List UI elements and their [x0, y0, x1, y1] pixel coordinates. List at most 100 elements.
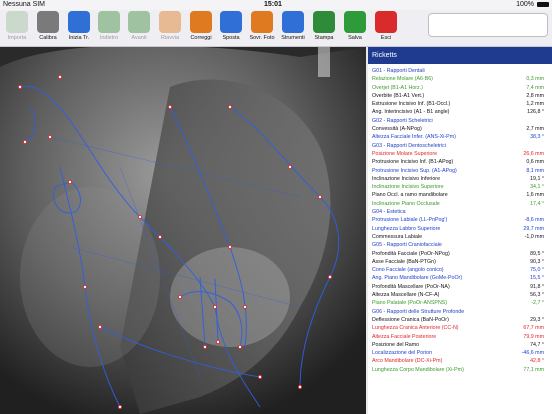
- measurement-row[interactable]: Protrusione Incisivo Sup. (A1-APog) 8,1 m…: [368, 167, 552, 175]
- ruler-icon: [37, 11, 59, 33]
- measurement-name: Piano Palatale (PoOr-ANSPNS): [372, 300, 448, 307]
- measurement-row[interactable]: Ang. Piano Mandibolare (GoMe-PoOr) 15,5 °: [368, 274, 552, 282]
- measurement-row[interactable]: Deflessione Cranica (BaN-PoOr) 29,3 °: [368, 316, 552, 324]
- measurement-name: Posizione del Ramo: [372, 341, 420, 348]
- toolbar-button-label: Avanti: [131, 35, 147, 41]
- measurement-row[interactable]: Overjet (B1-A1 Horz.) 7,4 mm: [368, 84, 552, 92]
- measurement-value: 8,1 mm: [526, 167, 544, 174]
- measurement-name: Protrusione Labiale (LL-PnPog'): [372, 217, 448, 224]
- toolbar-button-1[interactable]: Calibra: [35, 11, 61, 41]
- toolbar-button-6[interactable]: Correggi: [188, 11, 214, 41]
- exit-icon: [375, 11, 397, 33]
- measurement-row[interactable]: Profondità Facciale (PoOr-NPog) 89,5 °: [368, 250, 552, 258]
- group-header[interactable]: G02 - Rapporti Scheletrici: [368, 117, 552, 125]
- measurement-name: Ang. Piano Mandibolare (GoMe-PoOr): [372, 275, 463, 282]
- measurement-value: 15,5 °: [530, 275, 544, 282]
- measurement-name: Asse Facciale (BaN-PTGn): [372, 258, 436, 265]
- measurement-row[interactable]: Altezza Facciale Posteriore 79,9 mm: [368, 333, 552, 341]
- measurement-row[interactable]: Asse Facciale (BaN-PTGn) 90,3 °: [368, 258, 552, 266]
- toolbar-button-10[interactable]: Stampa: [311, 11, 337, 41]
- measurement-row[interactable]: Altezza Facciale Infer. (ANS-Xi-Pm) 38,3 …: [368, 133, 552, 141]
- measurement-value: 67,7 mm: [523, 325, 544, 332]
- measurement-row[interactable]: Convessità (A-NPog) 2,7 mm: [368, 125, 552, 133]
- measurement-row[interactable]: Overbite (B1-A1 Vert.) 2,8 mm: [368, 92, 552, 100]
- toolbar-button-label: Inizia Tr.: [68, 35, 90, 41]
- toolbar-button-3[interactable]: Indietro: [96, 11, 122, 41]
- measurement-row[interactable]: Posizione Molare Superiore 26,6 mm: [368, 150, 552, 158]
- measurement-row[interactable]: Arco Mandibolare (DC-Xi-Pm) 42,8 °: [368, 357, 552, 365]
- measurement-row[interactable]: Lunghezza Cranica Anteriore (CC-N) 67,7 m…: [368, 324, 552, 332]
- measurement-name: Altezza Facciale Infer. (ANS-Xi-Pm): [372, 134, 456, 141]
- toolbar-button-0[interactable]: Importa: [4, 11, 30, 41]
- measurement-name: G01 - Rapporti Dentali: [372, 68, 425, 74]
- measurement-row[interactable]: Cono Facciale (angolo conico) 75,0 °: [368, 266, 552, 274]
- measurement-row[interactable]: Protrusione Incisivo Inf. (B1-APog) 0,6 m…: [368, 158, 552, 166]
- measurement-value: 19,1 °: [530, 175, 544, 182]
- measurement-name: Lunghezza Corpo Mandibolare (Xi-Pm): [372, 366, 464, 373]
- measurement-name: Cono Facciale (angolo conico): [372, 267, 444, 274]
- toolbar-button-label: Stampa: [314, 35, 334, 41]
- undo-icon: [98, 11, 120, 33]
- measurement-row[interactable]: Localizzazione del Porion -46,6 mm: [368, 349, 552, 357]
- group-header[interactable]: G05 - Rapporti Craniofacciale: [368, 241, 552, 249]
- measurement-value: 75,0 °: [530, 267, 544, 274]
- measurement-row[interactable]: Inclinazione Incisivo Superiore 34,1 °: [368, 183, 552, 191]
- measurement-row[interactable]: Inclinazione Piano Occlusale 17,4 °: [368, 200, 552, 208]
- measurement-row[interactable]: Lunghezza Corpo Mandibolare (Xi-Pm) 77,1 …: [368, 366, 552, 374]
- measurement-row[interactable]: Inclinazione Incisivo Inferiore 19,1 °: [368, 175, 552, 183]
- toolbar-button-8[interactable]: Sovr. Foto: [249, 11, 275, 41]
- measurement-row[interactable]: Lunghezza Labbro Superiore 29,7 mm: [368, 225, 552, 233]
- measurement-name: Ang. Interincisivo (A1 - B1 angle): [372, 109, 450, 116]
- measurement-name: Posizione Molare Superiore: [372, 150, 438, 157]
- battery-icon: [537, 2, 549, 7]
- measurement-value: 0,3 mm: [526, 76, 544, 83]
- checkmark-icon: [344, 11, 366, 33]
- toolbar-button-7[interactable]: Sposta: [218, 11, 244, 41]
- note-input-field[interactable]: [428, 13, 548, 37]
- toolbar-button-2[interactable]: Inizia Tr.: [66, 11, 92, 41]
- move-icon: [220, 11, 242, 33]
- toolbar-button-11[interactable]: Salva: [342, 11, 368, 41]
- measurement-row[interactable]: Posizione del Ramo 74,7 °: [368, 341, 552, 349]
- toolbar-button-label: Strumenti: [281, 35, 305, 41]
- group-header[interactable]: G01 - Rapporti Dentali: [368, 67, 552, 75]
- restart-icon: [159, 11, 181, 33]
- measurement-row[interactable]: Estrusione Incisivo Inf. (B1-Occl.) 1,2 m…: [368, 100, 552, 108]
- measurement-name: Inclinazione Incisivo Superiore: [372, 184, 444, 191]
- measurement-row[interactable]: Altezza Mascellare (N-CF-A) 56,3 °: [368, 291, 552, 299]
- group-header[interactable]: G06 - Rapporti delle Strutture Profonde: [368, 308, 552, 316]
- group-header[interactable]: G04 - Estetica: [368, 208, 552, 216]
- measurement-name: Deflessione Cranica (BaN-PoOr): [372, 316, 449, 323]
- toolbar-button-label: Esci: [380, 35, 392, 41]
- toolbar-button-4[interactable]: Avanti: [126, 11, 152, 41]
- measurement-name: G05 - Rapporti Craniofacciale: [372, 242, 442, 249]
- measurement-row[interactable]: Relazione Molare (A6-B6) 0,3 mm: [368, 75, 552, 83]
- measurement-row[interactable]: Piano Occl. a ramo mandibolare 1,6 mm: [368, 191, 552, 199]
- measurement-value: 17,4 °: [530, 200, 544, 207]
- measurement-row[interactable]: Profondità Mascellare (PoOr-NA) 91,8 °: [368, 283, 552, 291]
- toolbar-button-label: Calibra: [39, 35, 57, 41]
- measurement-value: 90,3 °: [530, 258, 544, 265]
- redo-icon: [128, 11, 150, 33]
- toolbar-button-label: Correggi: [190, 35, 212, 41]
- measurement-row[interactable]: Ang. Interincisivo (A1 - B1 angle) 126,8 …: [368, 108, 552, 116]
- toolbar-button-9[interactable]: Strumenti: [280, 11, 306, 41]
- cephalometric-xray-view[interactable]: [0, 47, 366, 414]
- measurement-row[interactable]: Protrusione Labiale (LL-PnPog') -8,6 mm: [368, 216, 552, 224]
- measurement-value: 0,6 mm: [526, 159, 544, 166]
- overlay-photo-icon: [251, 11, 273, 33]
- measurement-value: 42,8 °: [530, 358, 544, 365]
- measurement-name: G06 - Rapporti delle Strutture Profonde: [372, 308, 465, 315]
- xray-image[interactable]: [0, 47, 366, 414]
- measurement-value: -1,0 mm: [524, 233, 544, 240]
- toolbar-button-12[interactable]: Esci: [373, 11, 399, 41]
- measurement-row[interactable]: Commessura Labiale -1,0 mm: [368, 233, 552, 241]
- measurement-name: Commessura Labiale: [372, 233, 423, 240]
- measurement-name: G04 - Estetica: [372, 209, 406, 216]
- measurement-row[interactable]: Piano Palatale (PoOr-ANSPNS) -2,7 °: [368, 299, 552, 307]
- import-icon: [6, 11, 28, 33]
- group-header[interactable]: G03 - Rapporti Dentoscheletrici: [368, 142, 552, 150]
- measurement-value: 38,3 °: [530, 134, 544, 141]
- measurement-name: Protrusione Incisivo Inf. (B1-APog): [372, 159, 454, 166]
- toolbar-button-5[interactable]: Riavvia: [157, 11, 183, 41]
